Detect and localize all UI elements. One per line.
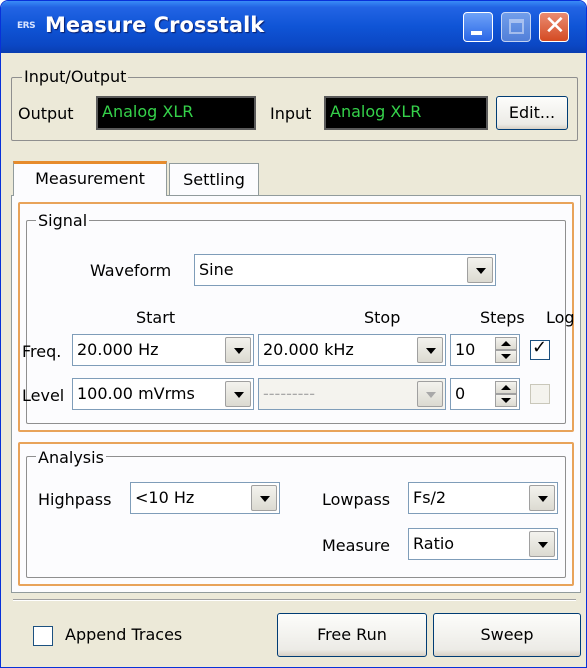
window-title: Measure Crosstalk: [45, 13, 265, 37]
maximize-icon: [509, 19, 524, 34]
title-bar[interactable]: ERS Measure Crosstalk ✕: [1, 1, 586, 53]
level-start-select[interactable]: 100.00 mVrms: [72, 378, 254, 410]
level-stop-value: ---------: [263, 384, 315, 403]
freq-steps-value: 10: [455, 340, 476, 359]
close-icon: ✕: [544, 11, 566, 41]
input-label: Input: [270, 104, 312, 123]
freq-start-select[interactable]: 20.000 Hz: [72, 334, 254, 366]
waveform-label: Waveform: [90, 261, 172, 280]
tab-settling[interactable]: Settling: [169, 163, 259, 195]
highpass-label: Highpass: [38, 490, 112, 509]
spin-down-icon[interactable]: [495, 394, 517, 407]
analysis-group-label: Analysis: [36, 448, 106, 467]
maximize-button[interactable]: [501, 12, 531, 42]
signal-group: Signal Waveform Sine Start Stop Steps Lo…: [18, 202, 575, 432]
app-icon: ERS: [17, 21, 36, 31]
tab-measurement[interactable]: Measurement: [13, 161, 167, 196]
checkmark-icon: ✓: [532, 337, 548, 358]
append-traces-checkbox[interactable]: [33, 626, 53, 646]
chevron-down-icon[interactable]: [529, 531, 555, 557]
spinner-arrows[interactable]: [495, 337, 517, 363]
waveform-value: Sine: [199, 260, 234, 279]
freq-start-value: 20.000 Hz: [77, 340, 159, 359]
input-output-group-label: Input/Output: [22, 67, 129, 86]
level-stop-select: ---------: [258, 378, 446, 410]
close-button[interactable]: ✕: [539, 11, 569, 42]
minimize-icon: [471, 31, 482, 35]
spinner-arrows[interactable]: [495, 381, 517, 407]
chevron-down-icon[interactable]: [225, 337, 251, 363]
lowpass-label: Lowpass: [322, 490, 391, 509]
lowpass-value: Fs/2: [413, 488, 447, 507]
steps-column-header: Steps: [480, 308, 525, 327]
measure-crosstalk-window: ERS Measure Crosstalk ✕ Input/Output Out…: [0, 0, 587, 668]
measure-select[interactable]: Ratio: [408, 528, 558, 560]
output-label: Output: [18, 104, 74, 123]
output-display[interactable]: Analog XLR: [96, 96, 256, 130]
spin-up-icon[interactable]: [495, 381, 517, 394]
input-output-group: Input/Output Output Analog XLR Input Ana…: [11, 67, 578, 141]
level-steps-spinner[interactable]: 0: [450, 378, 520, 410]
level-start-value: 100.00 mVrms: [77, 384, 195, 403]
measure-value: Ratio: [413, 534, 455, 553]
waveform-select[interactable]: Sine: [194, 254, 496, 286]
chevron-down-icon[interactable]: [417, 337, 443, 363]
measure-label: Measure: [322, 536, 390, 555]
highpass-select[interactable]: <10 Hz: [130, 482, 280, 514]
level-log-checkbox: [530, 384, 550, 404]
input-display[interactable]: Analog XLR: [324, 96, 488, 130]
signal-group-label: Signal: [36, 211, 90, 230]
chevron-down-icon[interactable]: [529, 485, 555, 511]
freq-steps-spinner[interactable]: 10: [450, 334, 520, 366]
freq-stop-select[interactable]: 20.000 kHz: [258, 334, 446, 366]
chevron-down-icon[interactable]: [225, 381, 251, 407]
minimize-button[interactable]: [463, 12, 493, 42]
freq-stop-value: 20.000 kHz: [263, 340, 354, 359]
level-steps-value: 0: [455, 384, 466, 403]
spin-down-icon[interactable]: [495, 350, 517, 363]
highpass-value: <10 Hz: [135, 488, 195, 507]
freq-label: Freq.: [22, 342, 62, 361]
log-column-header: Log: [546, 308, 575, 327]
edit-button[interactable]: Edit...: [496, 96, 568, 130]
append-traces-label[interactable]: Append Traces: [65, 625, 182, 644]
measurement-tab-panel: Signal Waveform Sine Start Stop Steps Lo…: [11, 195, 581, 593]
chevron-down-icon: [417, 381, 443, 407]
sweep-button[interactable]: Sweep: [433, 613, 581, 657]
footer-separator: [13, 599, 576, 601]
stop-column-header: Stop: [364, 308, 401, 327]
level-label: Level: [22, 386, 65, 405]
chevron-down-icon[interactable]: [251, 485, 277, 511]
lowpass-select[interactable]: Fs/2: [408, 482, 558, 514]
chevron-down-icon[interactable]: [467, 257, 493, 283]
spin-up-icon[interactable]: [495, 337, 517, 350]
analysis-group: Analysis Highpass <10 Hz Lowpass Fs/2 Me…: [18, 442, 574, 586]
freq-log-checkbox[interactable]: ✓: [530, 337, 550, 360]
free-run-button[interactable]: Free Run: [277, 613, 427, 657]
start-column-header: Start: [136, 308, 176, 327]
